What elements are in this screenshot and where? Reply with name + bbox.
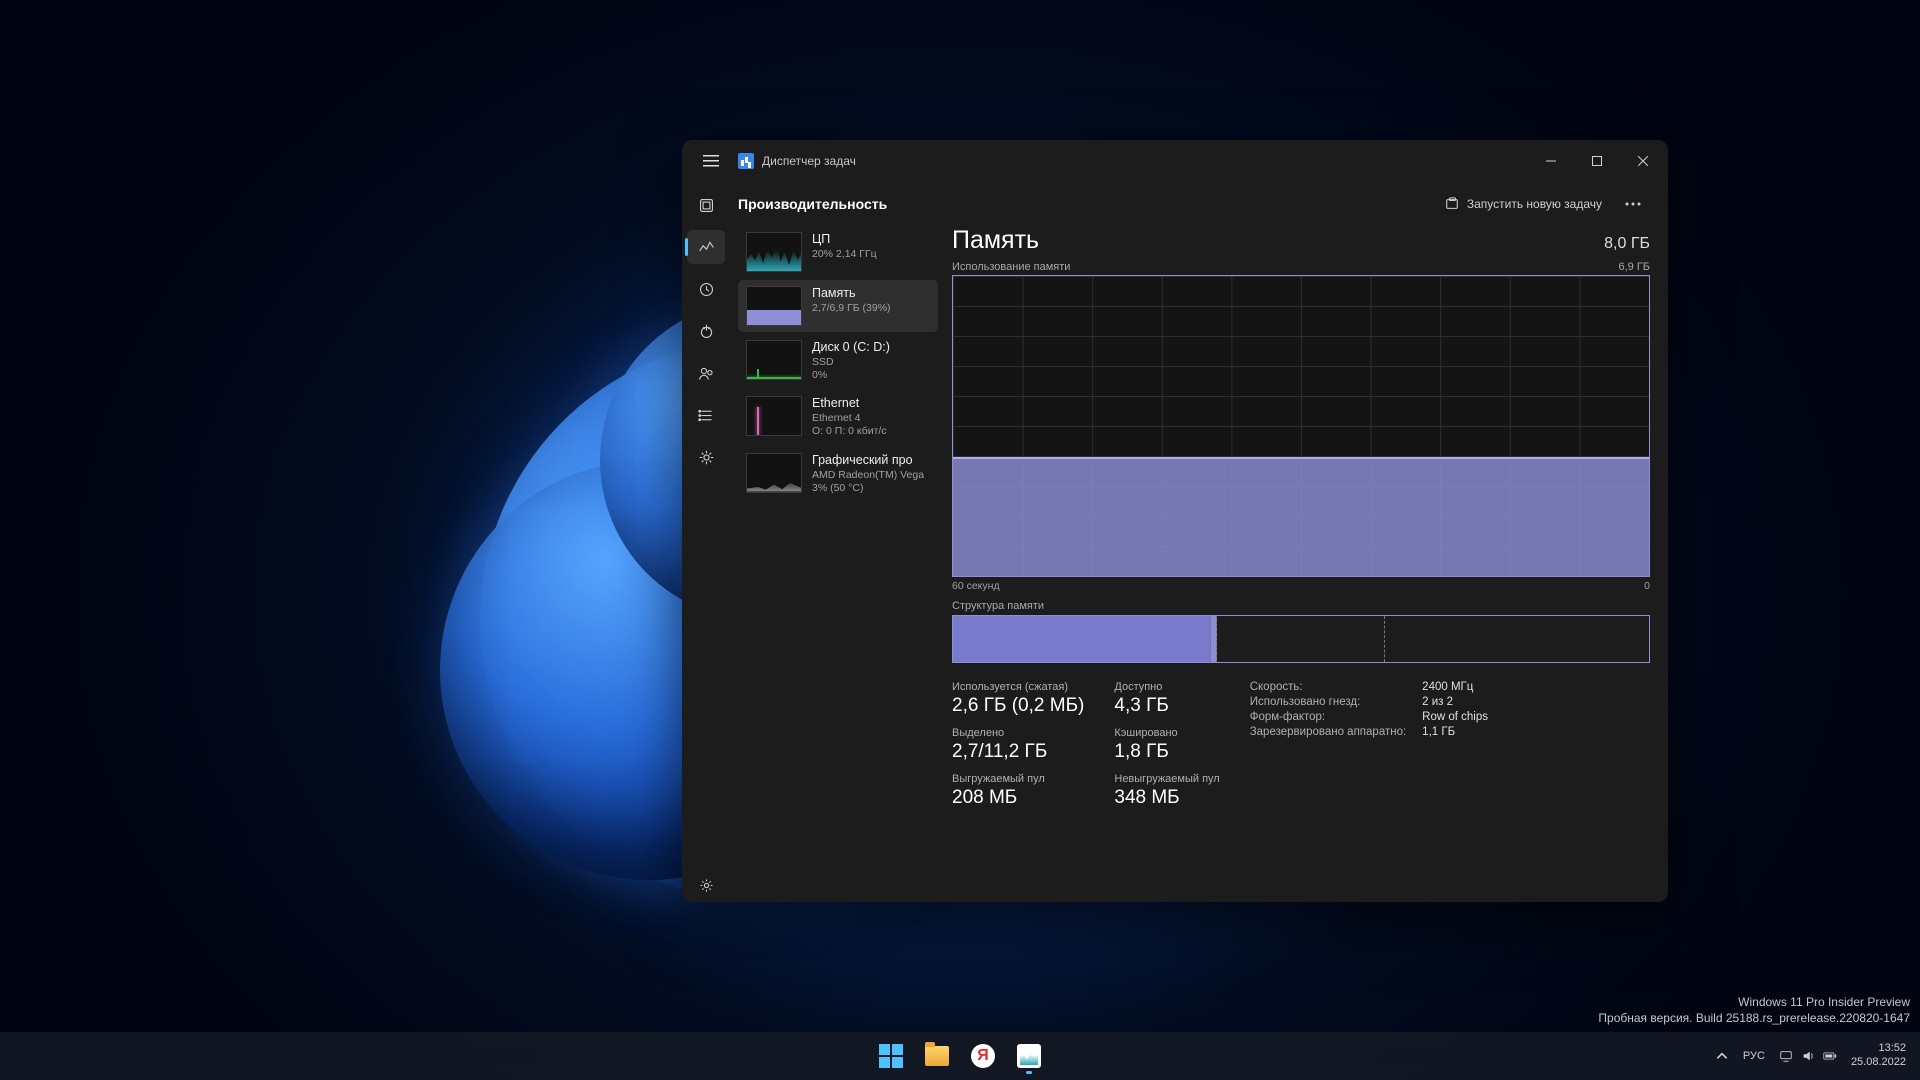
page-title: Производительность [738,196,887,212]
insider-watermark: Windows 11 Pro Insider Preview Пробная в… [1598,994,1910,1026]
cpu-thumb [746,232,802,272]
disk-thumb [746,340,802,380]
tray-overflow[interactable] [1715,1049,1729,1063]
run-new-task-label: Запустить новую задачу [1467,197,1602,211]
minimize-button[interactable] [1528,140,1574,182]
nav-settings[interactable] [687,868,725,902]
page-header: Производительность Запустить новую задач… [738,182,1650,226]
detail-panel: Память 8,0 ГБ Использование памяти6,9 ГБ… [952,226,1650,888]
close-button[interactable] [1620,140,1666,182]
list-item-cpu[interactable]: ЦП20% 2,14 ГГц [738,226,938,278]
start-button[interactable] [871,1036,911,1076]
nav-startup[interactable] [687,314,725,348]
list-item-gpu[interactable]: Графический проAMD Radeon(TM) Vega3% (50… [738,447,938,501]
run-new-task-button[interactable]: Запустить новую задачу [1435,192,1612,216]
more-button[interactable] [1616,189,1650,219]
detail-capacity: 8,0 ГБ [1604,235,1650,253]
memory-usage-chart [952,275,1650,577]
resource-list: ЦП20% 2,14 ГГц Память2,7/6,9 ГБ (39%) Ди… [738,226,938,888]
task-manager-window: Диспетчер задач Производительность Запус [682,140,1668,902]
titlebar[interactable]: Диспетчер задач [682,140,1668,182]
tray-system-icons[interactable] [1779,1049,1837,1063]
window-title: Диспетчер задач [762,154,856,168]
battery-icon [1823,1049,1837,1063]
nav-rail [682,182,730,902]
memory-kv-table: Скорость:2400 МГц Использовано гнезд:2 и… [1250,681,1488,738]
memory-composition [952,615,1650,663]
list-item-memory[interactable]: Память2,7/6,9 ГБ (39%) [738,280,938,332]
taskbar-explorer[interactable] [917,1036,957,1076]
memory-thumb [746,286,802,326]
ethernet-thumb [746,396,802,436]
nav-performance[interactable] [687,230,725,264]
taskbar-task-manager[interactable] [1009,1036,1049,1076]
nav-services[interactable] [687,440,725,474]
nav-processes[interactable] [687,188,725,222]
taskbar: Я РУС 13:52 25.08.2022 [0,1032,1920,1080]
detail-title: Память [952,226,1039,255]
tray-clock[interactable]: 13:52 25.08.2022 [1851,1042,1906,1070]
nav-app-history[interactable] [687,272,725,306]
tray-language[interactable]: РУС [1743,1050,1765,1062]
volume-icon [1801,1049,1815,1063]
maximize-button[interactable] [1574,140,1620,182]
nav-details[interactable] [687,398,725,432]
list-item-disk[interactable]: Диск 0 (C: D:)SSD0% [738,334,938,388]
taskbar-yandex[interactable]: Я [963,1036,1003,1076]
app-icon [738,153,754,169]
gpu-thumb [746,453,802,493]
network-icon [1779,1049,1793,1063]
hamburger-icon[interactable] [696,146,726,176]
list-item-ethernet[interactable]: EthernetEthernet 4О: 0 П: 0 кбит/с [738,390,938,444]
nav-users[interactable] [687,356,725,390]
